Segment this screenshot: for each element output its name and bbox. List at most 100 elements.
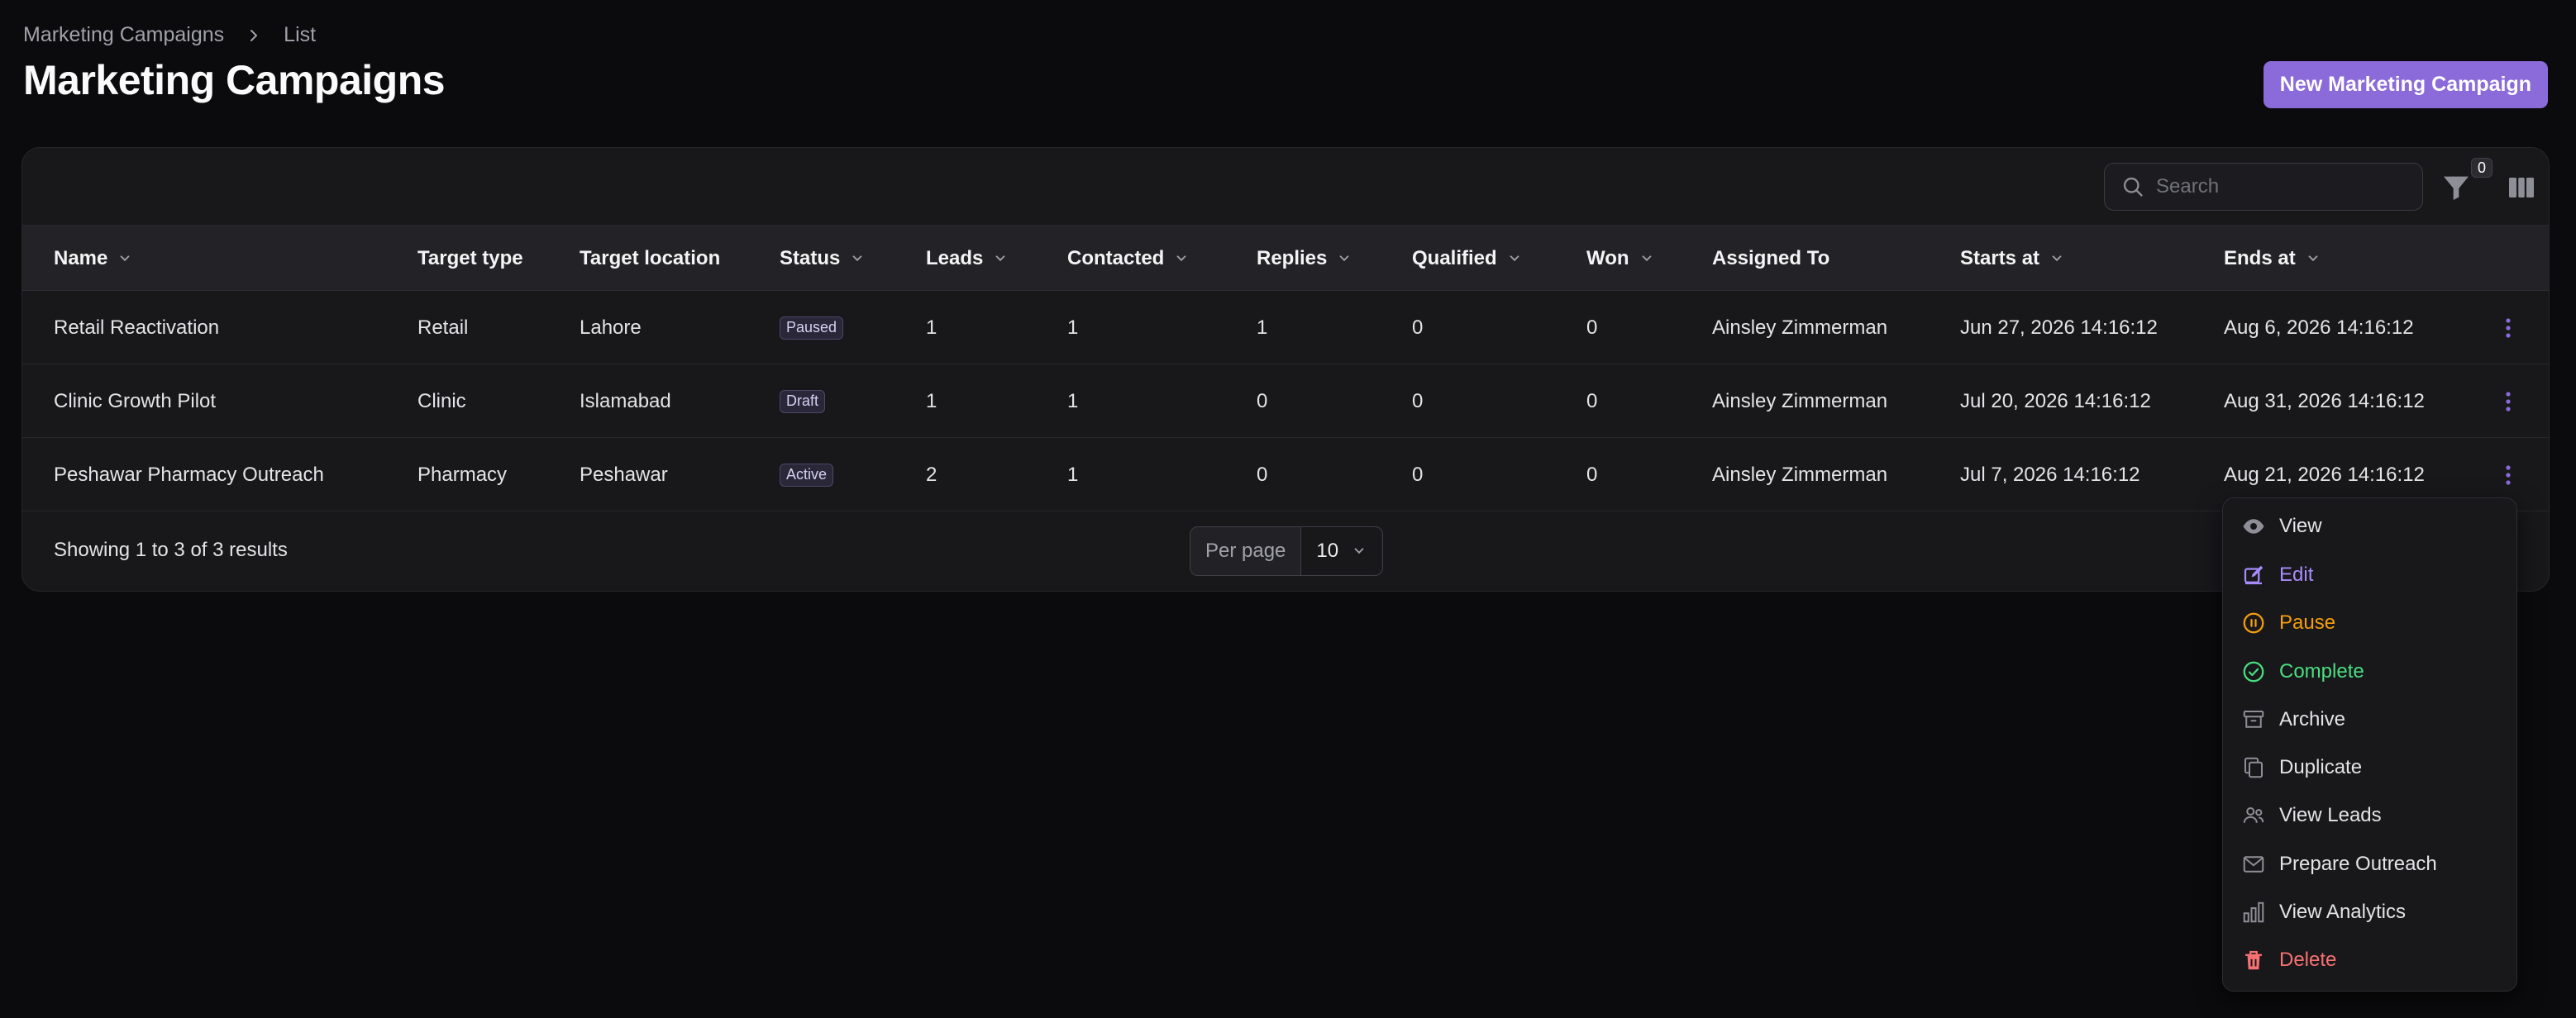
- per-page-label: Per page: [1190, 527, 1302, 575]
- table-row[interactable]: Retail Reactivation Retail Lahore Paused…: [22, 291, 2549, 364]
- menu-item-view-leads[interactable]: View Leads: [2223, 792, 2516, 840]
- filter-count-badge: 0: [2471, 158, 2493, 178]
- column-header-qualified[interactable]: Qualified: [1412, 226, 1522, 291]
- cell-name[interactable]: Retail Reactivation: [54, 291, 219, 364]
- cell-qualified: 0: [1412, 389, 1424, 412]
- eye-icon: [2243, 519, 2264, 534]
- cell-assigned-to: Ainsley Zimmerman: [1712, 389, 1888, 412]
- search-input[interactable]: [2156, 175, 2404, 198]
- chevron-down-icon: [120, 254, 130, 261]
- column-header-contacted[interactable]: Contacted: [1067, 226, 1189, 291]
- cell-target-type: Pharmacy: [417, 463, 508, 486]
- search-box[interactable]: [2104, 163, 2423, 211]
- cell-leads: 2: [926, 463, 937, 486]
- column-header-leads[interactable]: Leads: [926, 226, 1008, 291]
- cell-starts-at: Jul 7, 2026 14:16:12: [1960, 463, 2140, 486]
- cell-ends-at: Aug 31, 2026 14:16:12: [2224, 389, 2425, 412]
- column-header-ends-at[interactable]: Ends at: [2224, 226, 2321, 291]
- table-row[interactable]: Clinic Growth Pilot Clinic Islamabad Dra…: [22, 364, 2549, 438]
- page-title: Marketing Campaigns: [23, 57, 446, 103]
- chevron-down-icon: [1354, 548, 1364, 554]
- cell-target-type: Retail: [417, 316, 469, 339]
- chevron-down-icon: [852, 254, 862, 261]
- trash-icon: [2245, 950, 2262, 970]
- chevron-down-icon: [1339, 254, 1349, 261]
- menu-item-edit[interactable]: Edit: [2223, 551, 2516, 599]
- menu-item-prepare-outreach[interactable]: Prepare Outreach: [2223, 840, 2516, 888]
- cell-name[interactable]: Clinic Growth Pilot: [54, 364, 216, 438]
- table-row[interactable]: Peshawar Pharmacy Outreach Pharmacy Pesh…: [22, 438, 2549, 511]
- menu-item-delete[interactable]: Delete: [2223, 936, 2516, 984]
- menu-item-pause[interactable]: Pause: [2223, 599, 2516, 647]
- users-icon: [2243, 807, 2264, 823]
- chevron-down-icon: [1176, 254, 1186, 261]
- per-page-select[interactable]: Per page 10: [1190, 526, 1383, 576]
- more-actions-icon[interactable]: [2496, 316, 2521, 340]
- breadcrumb-parent[interactable]: Marketing Campaigns: [23, 23, 224, 47]
- edit-icon: [2244, 565, 2264, 585]
- bar-chart-icon: [2243, 901, 2264, 923]
- column-header-replies[interactable]: Replies: [1257, 226, 1352, 291]
- menu-item-label: View Leads: [2279, 804, 2382, 826]
- column-header-won[interactable]: Won: [1586, 226, 1654, 291]
- cell-assigned-to: Ainsley Zimmerman: [1712, 463, 1888, 486]
- status-badge: Draft: [780, 389, 826, 413]
- cell-status: Paused: [780, 291, 844, 364]
- menu-item-label: Complete: [2279, 660, 2364, 683]
- menu-item-complete[interactable]: Complete: [2223, 648, 2516, 696]
- menu-item-view[interactable]: View: [2223, 502, 2516, 550]
- menu-item-view-analytics[interactable]: View Analytics: [2223, 888, 2516, 936]
- status-badge: Paused: [780, 316, 844, 340]
- chevron-right-icon: [250, 29, 258, 41]
- breadcrumb: Marketing Campaigns List: [23, 23, 316, 47]
- column-header-name[interactable]: Name: [54, 226, 132, 291]
- cell-target-location: Peshawar: [580, 463, 668, 486]
- per-page-value-control[interactable]: 10: [1301, 527, 1381, 575]
- cell-won: 0: [1586, 389, 1598, 412]
- search-icon: [2123, 177, 2143, 197]
- menu-item-label: Duplicate: [2279, 756, 2363, 778]
- cell-won: 0: [1586, 316, 1598, 339]
- cell-starts-at: Jun 27, 2026 14:16:12: [1960, 316, 2158, 339]
- menu-item-label: View: [2279, 515, 2322, 537]
- more-actions-icon[interactable]: [2496, 389, 2521, 414]
- check-circle-icon: [2243, 661, 2264, 683]
- more-actions-icon[interactable]: [2496, 463, 2521, 488]
- column-header-starts-at[interactable]: Starts at: [1960, 226, 2064, 291]
- archive-icon: [2243, 711, 2264, 728]
- menu-item-label: View Analytics: [2279, 901, 2406, 923]
- pause-circle-icon: [2243, 612, 2264, 634]
- menu-item-label: Archive: [2279, 708, 2346, 730]
- campaigns-table-panel: 0 Name Target type Target location Statu…: [21, 147, 2550, 592]
- cell-contacted: 1: [1067, 389, 1079, 412]
- cell-assigned-to: Ainsley Zimmerman: [1712, 316, 1888, 339]
- cell-replies: 0: [1257, 389, 1268, 412]
- cell-replies: 0: [1257, 463, 1268, 486]
- menu-item-duplicate[interactable]: Duplicate: [2223, 744, 2516, 792]
- cell-qualified: 0: [1412, 316, 1424, 339]
- chevron-down-icon: [2308, 254, 2318, 261]
- results-summary: Showing 1 to 3 of 3 results: [54, 539, 288, 561]
- cell-starts-at: Jul 20, 2026 14:16:12: [1960, 389, 2151, 412]
- menu-item-label: Pause: [2279, 611, 2336, 634]
- column-header-status[interactable]: Status: [780, 226, 865, 291]
- row-actions-menu: View Edit Pause Complete Archive Duplica…: [2222, 497, 2517, 992]
- cell-leads: 1: [926, 316, 937, 339]
- menu-item-label: Delete: [2279, 949, 2337, 971]
- breadcrumb-current: List: [284, 23, 317, 46]
- duplicate-icon: [2244, 757, 2263, 778]
- cell-name[interactable]: Peshawar Pharmacy Outreach: [54, 438, 324, 511]
- chevron-down-icon: [2052, 254, 2062, 261]
- chevron-down-icon: [1642, 254, 1651, 261]
- cell-target-location: Lahore: [580, 316, 642, 339]
- filter-icon[interactable]: [2440, 171, 2473, 204]
- column-header-target-location: Target location: [580, 246, 721, 269]
- table-header: Name Target type Target location Status …: [22, 226, 2549, 291]
- columns-icon[interactable]: [2506, 173, 2537, 202]
- menu-item-archive[interactable]: Archive: [2223, 696, 2516, 744]
- new-marketing-campaign-button[interactable]: New Marketing Campaign: [2263, 61, 2548, 108]
- table-toolbar: 0: [22, 148, 2549, 226]
- cell-leads: 1: [926, 389, 937, 412]
- cell-won: 0: [1586, 463, 1598, 486]
- cell-status: Draft: [780, 364, 826, 438]
